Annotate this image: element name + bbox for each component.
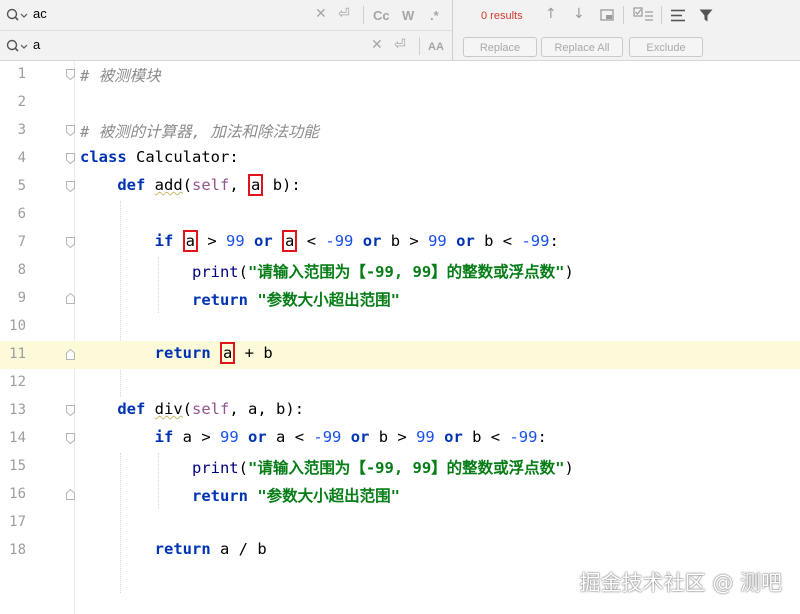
code-line: 4 class Calculator: (0, 145, 800, 173)
search-match-highlight: a (248, 174, 264, 196)
line-number: 7 (17, 234, 26, 250)
function-name: add (154, 176, 183, 194)
code-text: print("请输入范围为【-99, 99】的整数或浮点数") (191, 459, 574, 477)
fold-start-icon[interactable] (66, 125, 75, 136)
results-count: 0 results (481, 10, 523, 22)
clear-search-icon[interactable]: ✕ (315, 6, 327, 22)
fold-end-icon[interactable] (66, 489, 75, 500)
code-text: if a > 99 or a < -99 or b > 99 or b < -9… (154, 428, 547, 446)
code-text: # 被测的计算器, 加法和除法功能 (80, 123, 319, 141)
open-in-window-icon[interactable] (600, 9, 614, 21)
previous-occurrence-icon[interactable]: ↑ (545, 6, 557, 22)
function-name: div (154, 400, 183, 418)
replace-history-icon[interactable] (6, 39, 28, 53)
search-match-highlight: a (182, 230, 199, 252)
code-text: class Calculator: (80, 148, 239, 166)
line-number: 17 (9, 514, 26, 530)
search-input[interactable]: ac (33, 6, 47, 21)
new-line-icon[interactable]: ⏎ (394, 37, 406, 53)
code-text: def add(self, a b): (117, 174, 301, 196)
code-line: 13 def div(self, a, b): (0, 397, 800, 425)
code-text: return a + b (154, 342, 273, 364)
replace-input[interactable]: a (33, 37, 40, 52)
divider (623, 6, 624, 24)
filter-lines-icon[interactable] (670, 9, 686, 22)
code-line: 16 return "参数大小超出范围" (0, 481, 800, 509)
code-text: if a > 99 or a < -99 or b > 99 or b < -9… (154, 230, 559, 252)
line-number: 16 (9, 486, 26, 502)
line-number: 6 (17, 206, 26, 222)
code-text: def div(self, a, b): (117, 400, 305, 418)
replace-button[interactable]: Replace (463, 37, 537, 57)
fold-start-icon[interactable] (66, 69, 75, 80)
code-line: 15 print("请输入范围为【-99, 99】的整数或浮点数") (0, 453, 800, 481)
line-number: 14 (9, 430, 26, 446)
code-text: print("请输入范围为【-99, 99】的整数或浮点数") (191, 263, 574, 281)
line-number: 18 (9, 542, 26, 558)
code-text: return "参数大小超出范围" (191, 487, 400, 505)
search-history-icon[interactable] (6, 8, 28, 22)
line-number: 11 (9, 346, 26, 362)
code-line: 12 (0, 369, 800, 397)
find-replace-bar: ac ✕ ⏎ Cc W .* a ✕ ⏎ AA 0 results ↑ ↓ Re… (0, 0, 800, 61)
line-number: 10 (9, 318, 26, 334)
line-number: 2 (17, 94, 26, 110)
code-line: 3 # 被测的计算器, 加法和除法功能 (0, 117, 800, 145)
divider (661, 6, 662, 24)
code-line: 7 if a > 99 or a < -99 or b > 99 or b < … (0, 229, 800, 257)
search-row: ac ✕ ⏎ Cc W .* (0, 0, 452, 30)
code-line: 9 return "参数大小超出范围" (0, 285, 800, 313)
code-text: return "参数大小超出范围" (191, 291, 400, 309)
code-line: 6 (0, 201, 800, 229)
fold-start-icon[interactable] (66, 433, 75, 444)
whole-words-icon[interactable]: W (402, 8, 414, 23)
exclude-button[interactable]: Exclude (629, 37, 703, 57)
watermark: 掘金技术社区 @ 测吧 (579, 571, 782, 595)
code-line: 2 (0, 89, 800, 117)
select-all-occurrences-icon[interactable] (633, 7, 655, 23)
search-match-highlight: a (282, 230, 298, 252)
divider (419, 37, 420, 55)
code-text: return a / b (154, 540, 267, 558)
fold-start-icon[interactable] (66, 405, 75, 416)
line-number: 4 (17, 150, 26, 166)
line-number: 8 (17, 262, 26, 278)
match-case-icon[interactable]: Cc (373, 8, 390, 23)
line-number: 1 (17, 66, 26, 82)
divider (363, 6, 364, 24)
preserve-case-icon[interactable]: AA (428, 41, 444, 53)
line-number: 9 (17, 290, 26, 306)
clear-replace-icon[interactable]: ✕ (371, 37, 383, 53)
fold-end-icon[interactable] (66, 293, 75, 304)
code-line: 10 (0, 313, 800, 341)
fold-end-icon[interactable] (66, 349, 75, 360)
search-match-highlight: a (220, 342, 236, 364)
code-line: 17 (0, 509, 800, 537)
code-line: 1 # 被测模块 (0, 61, 800, 89)
code-line: 18 return a / b (0, 537, 800, 565)
regex-icon[interactable]: .* (430, 8, 439, 23)
code-editor[interactable]: 1 # 被测模块 2 3 # 被测的计算器, 加法和除法功能 4 class C… (0, 61, 800, 614)
code-line: 5 def add(self, a b): (0, 173, 800, 201)
results-pane: 0 results ↑ ↓ Replace Replace All Exclud… (452, 0, 800, 60)
replace-row: a ✕ ⏎ AA (0, 30, 452, 61)
fold-start-icon[interactable] (66, 153, 75, 164)
fold-start-icon[interactable] (66, 237, 75, 248)
next-occurrence-icon[interactable]: ↓ (573, 6, 585, 22)
line-number: 5 (17, 178, 26, 194)
fold-start-icon[interactable] (66, 181, 75, 192)
code-text: # 被测模块 (80, 67, 161, 85)
code-line: 8 print("请输入范围为【-99, 99】的整数或浮点数") (0, 257, 800, 285)
current-code-line: 11 return a + b (0, 341, 800, 369)
replace-all-button[interactable]: Replace All (541, 37, 623, 57)
line-number: 13 (9, 402, 26, 418)
line-number: 3 (17, 122, 26, 138)
new-line-icon[interactable]: ⏎ (338, 6, 350, 22)
code-line: 14 if a > 99 or a < -99 or b > 99 or b <… (0, 425, 800, 453)
line-number: 15 (9, 458, 26, 474)
line-number: 12 (9, 374, 26, 390)
filter-icon[interactable] (699, 9, 713, 22)
